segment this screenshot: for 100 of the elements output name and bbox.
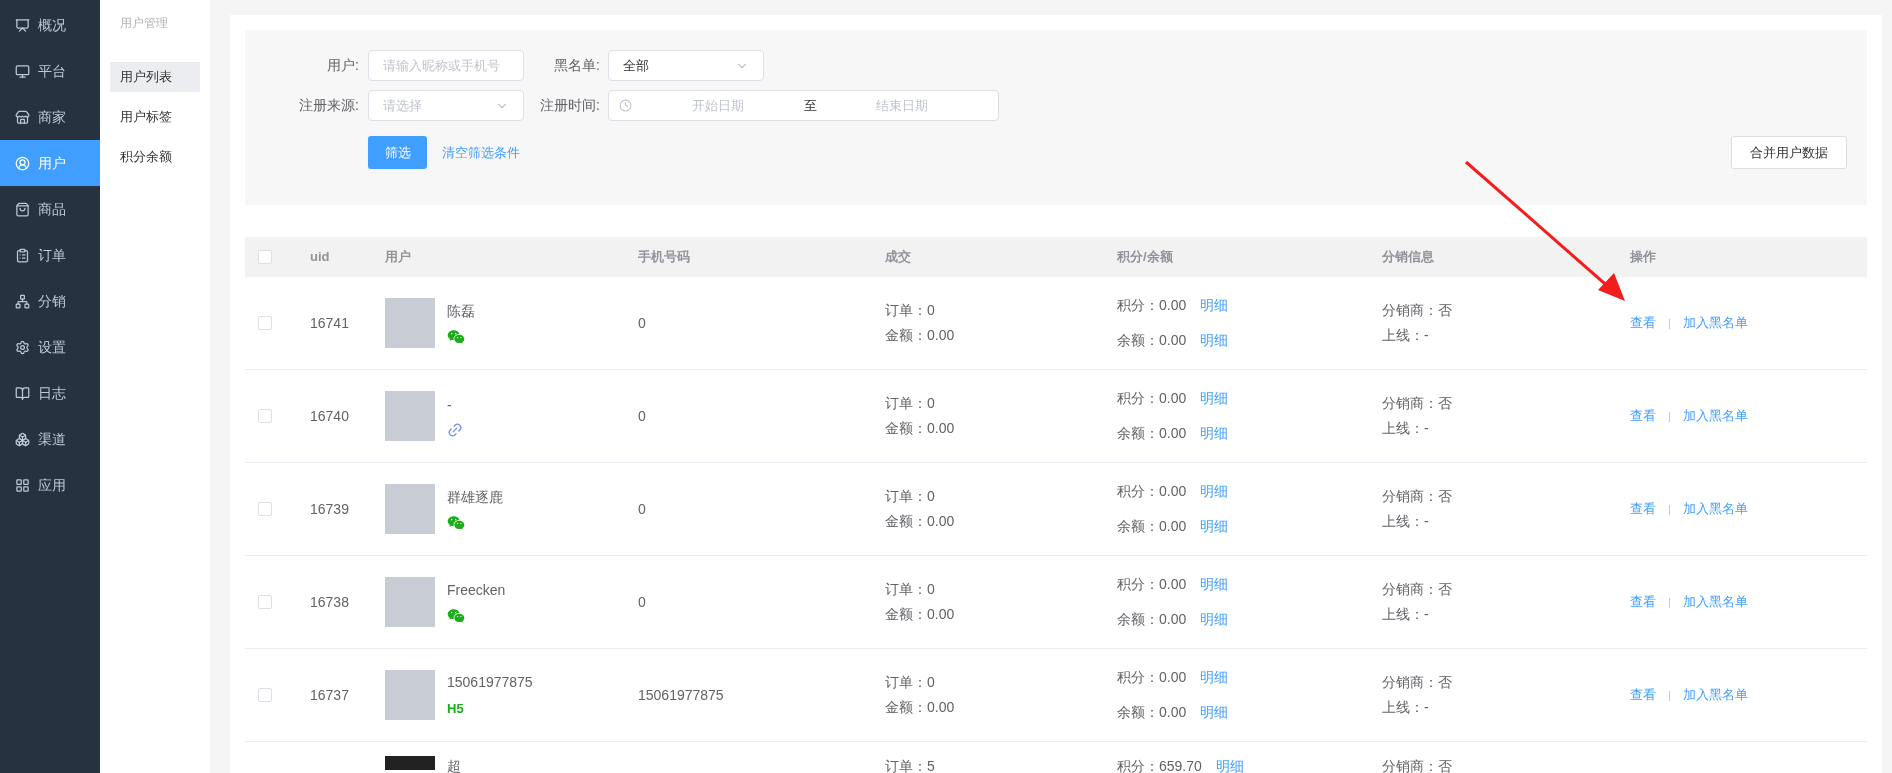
row-checkbox[interactable] [258,688,272,702]
detail-link[interactable]: 明细 [1200,609,1229,630]
submenu-item[interactable]: 用户列表 [110,62,200,92]
source-label: H5 [447,699,464,718]
upline-value: 上线：- [1382,326,1430,345]
order-count: 订单：5 [885,757,936,773]
user-search-field[interactable]: 请输入昵称或手机号 [368,50,524,81]
sidebar-item[interactable]: 日志 [0,370,100,416]
column-header: uid [310,248,331,267]
row-checkbox[interactable] [258,409,272,423]
upline-value: 上线：- [1382,512,1430,531]
avatar-placeholder [385,391,435,441]
view-link[interactable]: 查看 [1630,592,1656,612]
clipboard-icon [15,247,30,263]
detail-link[interactable]: 明细 [1200,481,1229,502]
network-icon [15,293,30,309]
order-amount: 金额：0.00 [885,512,956,531]
points-value: 积分：0.00 [1117,296,1187,315]
sidebar-item[interactable]: 平台 [0,48,100,94]
uid-cell-text: 16739 [310,499,350,519]
order-count: 订单：0 [885,394,936,413]
user-name: 15061977875 [447,672,533,692]
book-icon [15,385,30,401]
order-count: 订单：0 [885,487,936,506]
detail-link[interactable]: 明细 [1200,295,1229,316]
detail-link[interactable]: 明细 [1200,702,1229,723]
blacklist-link[interactable]: 加入黑名单 [1682,592,1748,612]
sidebar-item[interactable]: 商品 [0,186,100,232]
detail-link[interactable]: 明细 [1200,667,1229,688]
sidebar-item[interactable]: 应用 [0,462,100,508]
submenu-item[interactable]: 积分余额 [110,142,200,172]
select-all-checkbox[interactable] [258,250,272,264]
balance-value: 余额：0.00 [1117,331,1187,350]
detail-link[interactable]: 明细 [1200,330,1229,351]
detail-link[interactable]: 明细 [1200,423,1229,444]
date-range-field[interactable]: 开始日期 至 结束日期 [608,90,999,121]
bag-icon [15,201,30,217]
filter-button[interactable]: 筛选 [368,136,427,169]
clear-filters-link[interactable]: 清空筛选条件 [442,142,520,163]
sidebar-item[interactable]: 概况 [0,2,100,48]
separator: | [1668,594,1671,610]
settings-icon [15,339,30,355]
wechat-icon [447,327,465,346]
order-amount: 金额：0.00 [885,698,956,717]
field-label: 用户: [326,56,360,75]
balance-value: 余额：0.00 [1117,517,1187,536]
detail-link[interactable]: 明细 [1215,756,1244,773]
cluster-icon [15,431,30,447]
user-name: Freecken [447,580,506,600]
points-value: 积分：0.00 [1117,668,1187,687]
blacklist-link[interactable]: 加入黑名单 [1682,406,1748,426]
avatar-placeholder [385,756,435,770]
source-select[interactable]: 请选择 [368,90,524,121]
merge-users-button[interactable]: 合并用户数据 [1731,136,1847,169]
view-link[interactable]: 查看 [1630,499,1656,519]
distributor-status: 分销商：否 [1382,301,1453,320]
detail-link[interactable]: 明细 [1200,516,1229,537]
column-header: 手机号码 [638,248,691,267]
view-link[interactable]: 查看 [1630,685,1656,705]
separator: | [1668,408,1671,424]
sidebar-item[interactable]: 渠道 [0,416,100,462]
order-count: 订单：0 [885,301,936,320]
view-link[interactable]: 查看 [1630,406,1656,426]
wechat-icon [447,513,465,532]
column-header: 成交 [885,248,912,267]
field-label: 注册时间: [539,96,601,115]
user-name: 陈磊 [447,301,475,321]
phone-cell-text: 0 [638,499,647,519]
sidebar-item[interactable]: 设置 [0,324,100,370]
upline-value: 上线：- [1382,605,1430,624]
points-value: 积分：659.70 [1117,757,1202,773]
user-name: 超 [447,757,461,773]
detail-link[interactable]: 明细 [1200,388,1229,409]
detail-link[interactable]: 明细 [1200,574,1229,595]
sidebar-item[interactable]: 商家 [0,94,100,140]
column-header: 分销信息 [1382,248,1435,267]
sidebar-item[interactable]: 用户 [0,140,100,186]
grid-icon [15,477,30,493]
points-value: 积分：0.00 [1117,482,1187,501]
submenu-item[interactable]: 用户标签 [110,102,200,132]
row-checkbox[interactable] [258,595,272,609]
blacklist-link[interactable]: 加入黑名单 [1682,499,1748,519]
blacklist-link[interactable]: 加入黑名单 [1682,313,1748,333]
blacklist-select[interactable]: 全部 [608,50,764,81]
row-checkbox[interactable] [258,502,272,516]
order-count: 订单：0 [885,580,936,599]
user-name: - [447,395,452,415]
distributor-status: 分销商：否 [1382,673,1453,692]
sidebar-item[interactable]: 订单 [0,232,100,278]
balance-value: 余额：0.00 [1117,703,1187,722]
uid-cell-text: 16737 [310,685,350,705]
blacklist-link[interactable]: 加入黑名单 [1682,685,1748,705]
points-value: 积分：0.00 [1117,389,1187,408]
submenu-title: 用户管理 [119,15,169,32]
sidebar-item[interactable]: 分销 [0,278,100,324]
order-count: 订单：0 [885,673,936,692]
distributor-status: 分销商：否 [1382,487,1453,506]
view-link[interactable]: 查看 [1630,313,1656,333]
row-checkbox[interactable] [258,316,272,330]
phone-cell-text: 0 [638,592,647,612]
